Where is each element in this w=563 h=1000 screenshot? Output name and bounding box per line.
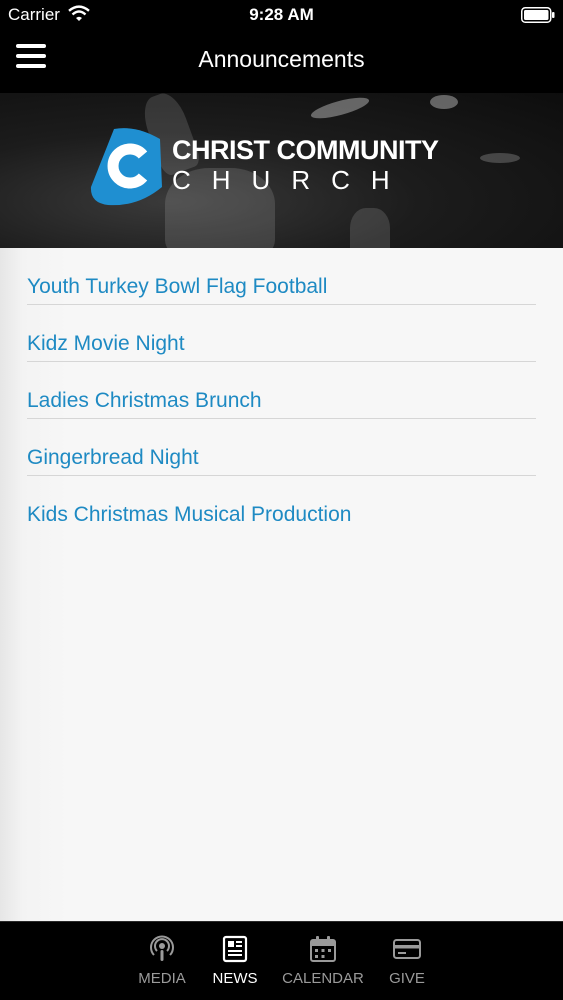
tab-give[interactable]: GIVE xyxy=(384,922,430,1000)
tab-label: NEWS xyxy=(212,970,258,987)
stage-light xyxy=(480,153,520,163)
stage-light xyxy=(430,95,458,109)
tab-calendar[interactable]: CALENDAR xyxy=(280,922,366,1000)
announcement-title: Kids Christmas Musical Production xyxy=(27,503,352,526)
battery-icon xyxy=(521,7,555,23)
tab-label: MEDIA xyxy=(138,970,186,987)
list-item[interactable]: Youth Turkey Bowl Flag Football xyxy=(27,248,536,305)
tab-news[interactable]: NEWS xyxy=(206,922,264,1000)
stage-light xyxy=(309,93,371,123)
announcement-title: Ladies Christmas Brunch xyxy=(27,389,262,412)
podcast-icon xyxy=(150,935,174,961)
list-item[interactable]: Kids Christmas Musical Production xyxy=(27,476,536,533)
list-item[interactable]: Gingerbread Night xyxy=(27,419,536,476)
announcement-title: Kidz Movie Night xyxy=(27,332,185,355)
tab-label: GIVE xyxy=(389,970,425,987)
church-banner: CHRIST COMMUNITY CHURCH xyxy=(0,93,563,248)
logo-subtext: CHURCH xyxy=(172,165,411,195)
tab-label: CALENDAR xyxy=(282,970,364,987)
tab-bar: MEDIA NEWS CALENDAR GIVE xyxy=(0,921,563,1000)
church-logo-icon xyxy=(90,128,162,206)
announcements-list: Youth Turkey Bowl Flag Football Kidz Mov… xyxy=(0,248,563,921)
list-item[interactable]: Ladies Christmas Brunch xyxy=(27,362,536,419)
status-bar: Carrier 9:28 AM xyxy=(0,0,563,30)
page-title: Announcements xyxy=(198,46,365,72)
calendar-icon xyxy=(310,936,336,962)
navigation-bar: Announcements xyxy=(0,30,563,93)
list-item[interactable]: Kidz Movie Night xyxy=(27,305,536,362)
announcement-title: Youth Turkey Bowl Flag Football xyxy=(27,275,328,298)
logo-text: CHRIST COMMUNITY xyxy=(172,135,439,165)
credit-card-icon xyxy=(393,939,421,959)
announcement-title: Gingerbread Night xyxy=(27,446,199,469)
tab-media[interactable]: MEDIA xyxy=(130,922,194,1000)
newspaper-icon xyxy=(222,935,248,963)
clock: 9:28 AM xyxy=(249,5,314,24)
raised-hand xyxy=(350,208,390,248)
